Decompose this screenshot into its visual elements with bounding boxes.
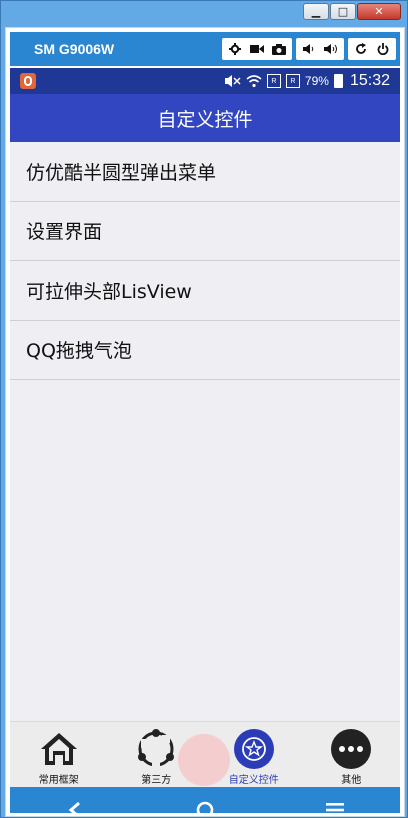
device-toolbar-group-volume [296, 38, 344, 60]
device-name: SM G9006W [34, 41, 115, 57]
emulator-window: ▁ □ ✕ SM G9006W R R 79% 15:32 自定义控件 仿优酷半… [0, 0, 408, 818]
device-toolbar: SM G9006W [10, 32, 400, 66]
tab-label: 其他 [341, 775, 362, 786]
phone-screen: R R 79% 15:32 自定义控件 仿优酷半圆型弹出菜单 设置界面 可拉伸头… [10, 68, 400, 813]
device-toolbar-group-power [348, 38, 396, 60]
home-circle-icon[interactable] [185, 795, 225, 813]
back-icon[interactable] [55, 795, 95, 813]
sync-circle-icon [135, 728, 177, 770]
tab-custom-controls[interactable]: 自定义控件 [205, 722, 303, 787]
bottom-navigation: 常用框架 第三方 自定义控件 其他 [10, 721, 400, 787]
close-button[interactable]: ✕ [357, 3, 401, 20]
list-item[interactable]: 设置界面 [10, 201, 400, 261]
device-toolbar-group-media [222, 38, 292, 60]
battery-icon [333, 74, 343, 88]
list-item-label: 设置界面 [26, 221, 103, 244]
star-badge-icon [233, 728, 275, 770]
power-icon[interactable] [372, 39, 394, 59]
soft-keys [10, 787, 400, 813]
rotate-icon[interactable] [350, 39, 372, 59]
camera-icon[interactable] [268, 39, 290, 59]
sim2-icon: R [285, 74, 300, 88]
sim1-icon: R [266, 74, 281, 88]
battery-percent: 79% [304, 74, 329, 88]
minimize-button[interactable]: ▁ [303, 3, 329, 20]
menu-icon[interactable] [315, 795, 355, 813]
video-icon[interactable] [246, 39, 268, 59]
tab-other[interactable]: 其他 [303, 722, 401, 787]
tab-label: 自定义控件 [228, 775, 279, 786]
list-item-label: QQ拖拽气泡 [26, 340, 132, 363]
gear-icon[interactable] [224, 39, 246, 59]
tab-label: 常用框架 [38, 775, 79, 786]
home-icon [38, 728, 80, 770]
window-controls: ▁ □ ✕ [303, 3, 401, 21]
status-bar: R R 79% 15:32 [10, 68, 400, 94]
page-title: 自定义控件 [157, 108, 253, 131]
status-icons: R R 79% 15:32 [224, 72, 400, 90]
emulator-frame: SM G9006W R R 79% 15:32 自定义控件 仿优酷半圆型弹出菜单… [5, 27, 405, 817]
volume-up-icon[interactable] [320, 39, 342, 59]
maximize-button[interactable]: □ [330, 3, 356, 20]
more-dots-icon [330, 728, 372, 770]
tab-common-frameworks[interactable]: 常用框架 [10, 722, 108, 787]
control-list: 仿优酷半圆型弹出菜单 设置界面 可拉伸头部LisView QQ拖拽气泡 [10, 142, 400, 380]
list-item-label: 可拉伸头部LisView [26, 280, 192, 303]
notification-app-icon [20, 73, 36, 89]
list-item[interactable]: QQ拖拽气泡 [10, 320, 400, 380]
clock: 15:32 [349, 72, 390, 89]
tab-label: 第三方 [141, 775, 172, 786]
tab-third-party[interactable]: 第三方 [108, 722, 206, 787]
mute-icon [224, 75, 241, 87]
list-item[interactable]: 可拉伸头部LisView [10, 261, 400, 321]
app-bar: 自定义控件 [10, 94, 400, 142]
wifi-icon [246, 75, 262, 88]
list-item-label: 仿优酷半圆型弹出菜单 [26, 161, 217, 184]
list-item[interactable]: 仿优酷半圆型弹出菜单 [10, 142, 400, 202]
volume-down-icon[interactable] [298, 39, 320, 59]
